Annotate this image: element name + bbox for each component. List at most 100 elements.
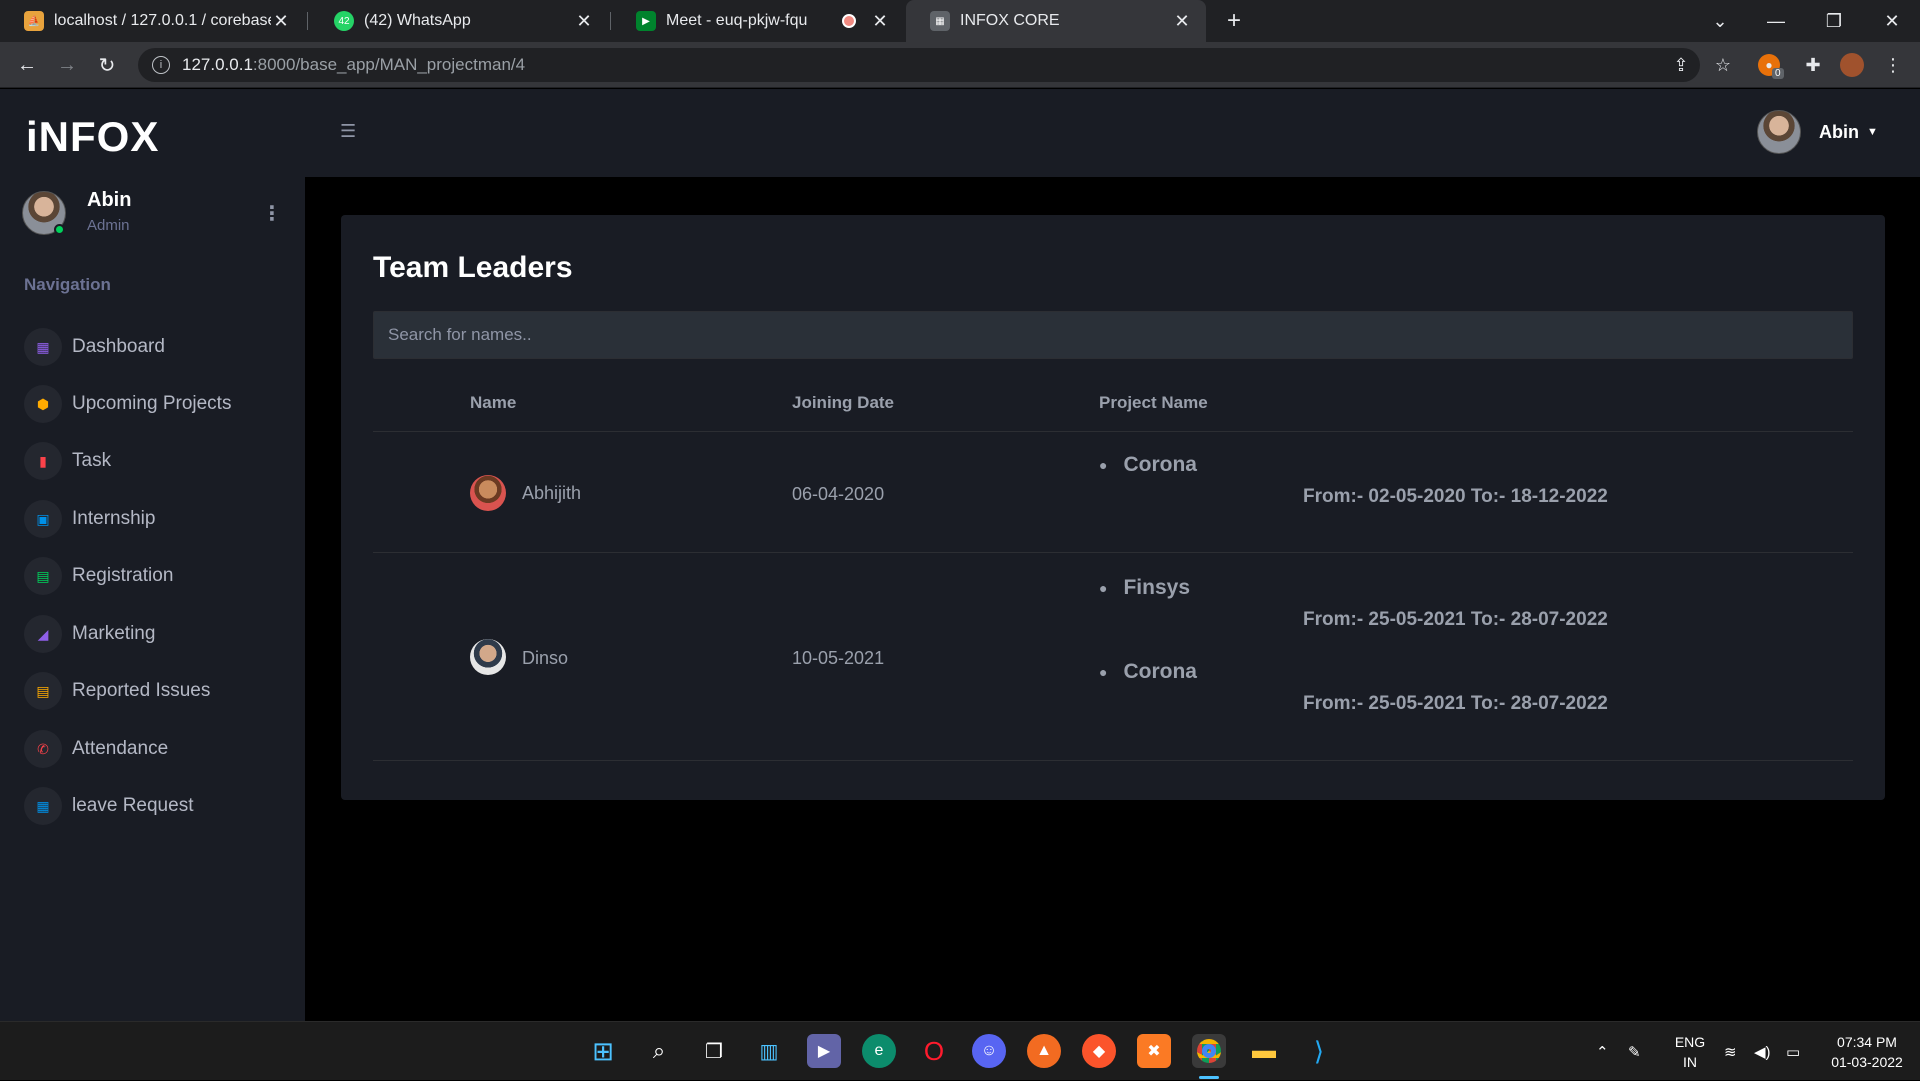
profile-name: Abin <box>87 189 132 211</box>
sidebar-item-internship[interactable]: ▣ Internship <box>24 499 294 539</box>
monitor-icon: ▣ <box>24 500 62 538</box>
profile-avatar-icon[interactable] <box>1840 53 1864 77</box>
task-view-icon[interactable]: ❐ <box>697 1034 731 1068</box>
sidebar-item-reported-issues[interactable]: ▤ Reported Issues <box>24 671 294 711</box>
whatsapp-icon: 42 <box>334 11 354 31</box>
opera-icon[interactable]: O <box>917 1034 951 1068</box>
site-info-icon[interactable]: i <box>152 56 170 74</box>
project-name: ● Corona <box>1099 453 1197 476</box>
browser-tab-whatsapp[interactable]: 42 (42) WhatsApp ✕ <box>310 0 608 42</box>
user-menu[interactable]: Abin ▼ <box>1757 109 1878 155</box>
brave-icon[interactable]: ◆ <box>1082 1034 1116 1068</box>
address-bar[interactable]: i 127.0.0.1:8000/base_app/MAN_projectman… <box>138 48 1700 82</box>
column-header-joining-date: Joining Date <box>792 393 895 412</box>
divider <box>373 431 1853 432</box>
close-icon[interactable]: ✕ <box>574 11 594 32</box>
sidebar-item-dashboard[interactable]: ▦ Dashboard <box>24 327 294 367</box>
widgets-icon[interactable]: ▥ <box>752 1034 786 1068</box>
sidebar-item-marketing[interactable]: ◢ Marketing <box>24 614 294 654</box>
browser-tab-meet[interactable]: ▶ Meet - euq-pkjw-fqu ✕ <box>612 0 904 42</box>
topbar <box>305 89 1920 177</box>
caret-down-icon: ▼ <box>1867 126 1878 138</box>
document-icon: ▤ <box>24 557 62 595</box>
vscode-icon[interactable]: ⟩ <box>1302 1034 1336 1068</box>
battery-icon[interactable]: ▭ <box>1786 1022 1800 1081</box>
project-date-range: From:- 25-05-2021 To:- 28-07-2022 <box>1303 609 1608 630</box>
sidebar: iNFOX Abin Admin ⋮ Navigation ▦ Dashboar… <box>0 89 305 1021</box>
online-status-icon <box>54 224 65 235</box>
leader-name: Dinso <box>522 648 569 668</box>
hamburger-menu-icon[interactable]: ☰ <box>340 121 356 142</box>
clipboard-icon: ▮ <box>24 442 62 480</box>
joining-date: 06-04-2020 <box>792 484 885 504</box>
tab-search-icon[interactable]: ⌄ <box>1692 0 1748 42</box>
teams-chat-icon[interactable]: ▶ <box>807 1034 841 1068</box>
avast-icon[interactable]: ▲ <box>1027 1034 1061 1068</box>
close-window-button[interactable]: ✕ <box>1864 0 1920 42</box>
chrome-icon[interactable] <box>1192 1034 1226 1068</box>
project-date-range: From:- 02-05-2020 To:- 18-12-2022 <box>1303 486 1608 507</box>
browser-tab-infox-core[interactable]: ▦ INFOX CORE ✕ <box>906 0 1206 42</box>
avatar <box>470 639 506 675</box>
edge-icon[interactable]: e <box>862 1034 896 1068</box>
browser-tab-phpmyadmin[interactable]: ⛵ localhost / 127.0.0.1 / corebaseap ✕ <box>0 0 305 42</box>
browser-toolbar: ← → ↻ i 127.0.0.1:8000/base_app/MAN_proj… <box>0 42 1920 88</box>
new-tab-button[interactable]: + <box>1206 0 1262 42</box>
reload-icon[interactable]: ↻ <box>92 50 122 80</box>
sidebar-profile: Abin Admin ⋮ <box>22 189 292 249</box>
divider <box>373 552 1853 553</box>
profile-role: Admin <box>87 217 130 234</box>
sidebar-item-upcoming-projects[interactable]: ⬢ Upcoming Projects <box>24 384 294 424</box>
project-name: ● Finsys <box>1099 576 1190 599</box>
discord-icon[interactable]: ☺ <box>972 1034 1006 1068</box>
user-name: Abin <box>1819 121 1859 142</box>
card-title: Team Leaders <box>373 251 573 284</box>
note-icon: ▤ <box>24 672 62 710</box>
wifi-icon[interactable]: ≋ <box>1724 1022 1737 1081</box>
sidebar-item-registration[interactable]: ▤ Registration <box>24 556 294 596</box>
back-icon[interactable]: ← <box>12 50 42 80</box>
close-icon[interactable]: ✕ <box>870 11 890 32</box>
avatar <box>1757 110 1801 154</box>
nav-heading: Navigation <box>24 275 111 294</box>
xampp-icon[interactable]: ✖ <box>1137 1034 1171 1068</box>
meet-icon: ▶ <box>636 11 656 31</box>
windows-start-icon[interactable]: ⊞ <box>586 1034 620 1068</box>
active-app-indicator <box>1199 1076 1219 1079</box>
bookmark-star-icon[interactable]: ☆ <box>1710 52 1736 78</box>
project-date-range: From:- 25-05-2021 To:- 28-07-2022 <box>1303 693 1608 714</box>
browser-tab-strip: ⛵ localhost / 127.0.0.1 / corebaseap ✕ 4… <box>0 0 1920 42</box>
divider <box>373 760 1853 761</box>
minimize-button[interactable]: — <box>1748 0 1804 42</box>
pen-icon[interactable]: ✎ <box>1628 1022 1641 1081</box>
recording-icon <box>842 14 856 28</box>
share-icon[interactable]: ⇪ <box>1668 52 1694 78</box>
close-icon[interactable]: ✕ <box>271 11 291 32</box>
column-header-project-name: Project Name <box>1099 393 1208 412</box>
calendar-icon: ▦ <box>24 787 62 825</box>
cube-icon: ⬢ <box>24 385 62 423</box>
kebab-menu-icon[interactable]: ⋮ <box>262 201 282 226</box>
sidebar-item-attendance[interactable]: ✆ Attendance <box>24 729 294 769</box>
joining-date: 10-05-2021 <box>792 648 885 668</box>
brand-logo[interactable]: iNFOX <box>26 113 159 161</box>
team-leaders-card: Team Leaders Name Joining Date Project N… <box>341 215 1885 800</box>
system-clock[interactable]: 07:34 PM 01-03-2022 <box>1822 1032 1912 1072</box>
language-indicator[interactable]: ENG IN <box>1670 1032 1710 1072</box>
phpmyadmin-icon: ⛵ <box>24 11 44 31</box>
sidebar-item-task[interactable]: ▮ Task <box>24 441 294 481</box>
forward-icon[interactable]: → <box>52 50 82 80</box>
search-input[interactable] <box>373 311 1853 359</box>
restore-button[interactable]: ❐ <box>1806 0 1862 42</box>
chrome-menu-icon[interactable]: ⋮ <box>1880 52 1906 78</box>
tray-chevron-up-icon[interactable]: ⌃ <box>1596 1022 1609 1081</box>
search-icon[interactable]: ⌕ <box>642 1034 676 1068</box>
app: iNFOX Abin Admin ⋮ Navigation ▦ Dashboar… <box>0 89 1920 1021</box>
volume-icon[interactable]: ◀) <box>1754 1022 1771 1081</box>
chart-icon: ◢ <box>24 615 62 653</box>
sidebar-item-leave-request[interactable]: ▦ leave Request <box>24 786 294 826</box>
extension-badge: 0 <box>1772 68 1784 79</box>
puzzle-icon[interactable]: ✚ <box>1800 52 1826 78</box>
close-icon[interactable]: ✕ <box>1172 11 1192 32</box>
file-explorer-icon[interactable]: ▬ <box>1247 1034 1281 1068</box>
